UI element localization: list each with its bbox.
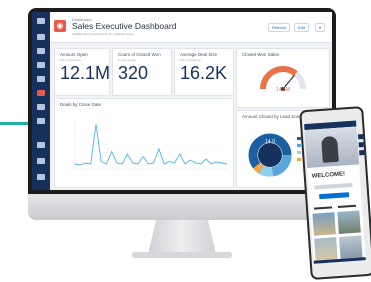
tile-label [313, 206, 333, 210]
mobile-tile-image[interactable] [314, 237, 338, 261]
accounts-icon[interactable] [37, 34, 45, 40]
page-subtitle: A dashboard showing KPIs for executive u… [72, 32, 134, 36]
metric-title: Average Deal Size [180, 52, 218, 57]
page-title: Sales Executive Dashboard [72, 21, 177, 31]
metric-title: Count of Closed Won [118, 52, 161, 57]
gauge-card[interactable]: Closed Won Sales 14.5M [236, 48, 330, 108]
welcome-heading: WELCOME! [311, 171, 346, 180]
line-chart-card[interactable]: Deals by Close Date [54, 98, 234, 188]
gauge-value: 14.5M [276, 87, 290, 93]
legend-swatch [297, 144, 301, 147]
settings-icon[interactable] [37, 174, 45, 180]
tile-label [337, 204, 357, 208]
legend-swatch [297, 151, 301, 154]
dashboard-icon: ◉ [54, 20, 66, 32]
metric-subtitle: Sum of Amount [60, 58, 81, 62]
metric-value: 16.2K [180, 63, 228, 83]
metric-card-amount-open[interactable]: Amount Open Sum of Amount 12.1M [54, 48, 110, 96]
mobile-side-icon[interactable] [359, 149, 366, 156]
dashboard-screen: ◉ Dashboard Sales Executive Dashboard A … [32, 12, 332, 190]
donut-center [258, 143, 282, 167]
metric-card-closed-won-count[interactable]: Count of Closed Won Count of Opp 320 [112, 48, 172, 96]
mobile-side-icon[interactable] [357, 133, 365, 140]
mobile-side-icon[interactable] [358, 141, 365, 148]
metric-subtitle: Sum of Amount [180, 58, 201, 62]
refresh-button[interactable]: Refresh [268, 23, 291, 32]
home-icon[interactable] [37, 18, 45, 24]
mobile-cta-button[interactable] [319, 192, 350, 200]
metric-value: 12.1M [60, 63, 111, 83]
opportunities-icon[interactable] [37, 76, 45, 82]
cases-icon[interactable] [37, 118, 45, 124]
mobile-tile-image[interactable] [339, 235, 363, 259]
dashboards-icon[interactable] [37, 90, 45, 96]
reports-icon[interactable] [37, 104, 45, 110]
leads-icon[interactable] [37, 62, 45, 68]
sidebar-nav [32, 12, 50, 190]
imac-chin [28, 194, 336, 220]
welcome-subtext [314, 182, 353, 190]
chatter-icon[interactable] [37, 142, 45, 148]
contacts-icon[interactable] [37, 48, 45, 54]
donut-center-value: 14.0 [265, 139, 275, 145]
metric-subtitle: Count of Opp [118, 58, 136, 62]
person-image [321, 135, 339, 163]
metric-card-average-deal[interactable]: Average Deal Size Sum of Amount 16.2K [174, 48, 234, 96]
line-chart [74, 119, 228, 170]
mobile-tile-image[interactable] [312, 212, 336, 236]
imac-base [132, 252, 232, 258]
chevron-down-icon[interactable]: ▾ [315, 23, 326, 32]
edit-button[interactable]: Edit [294, 23, 309, 32]
mobile-tile-image[interactable] [337, 210, 361, 234]
files-icon[interactable] [37, 158, 45, 164]
line-series [74, 123, 228, 166]
mobile-screen: WELCOME! [304, 120, 366, 264]
gauge-chart [260, 66, 306, 91]
mobile-phone: WELCOME! [299, 105, 371, 281]
imac-stand [148, 220, 216, 254]
metric-value: 320 [118, 63, 149, 83]
legend-swatch [297, 158, 301, 161]
metric-title: Amount Open [60, 52, 88, 57]
